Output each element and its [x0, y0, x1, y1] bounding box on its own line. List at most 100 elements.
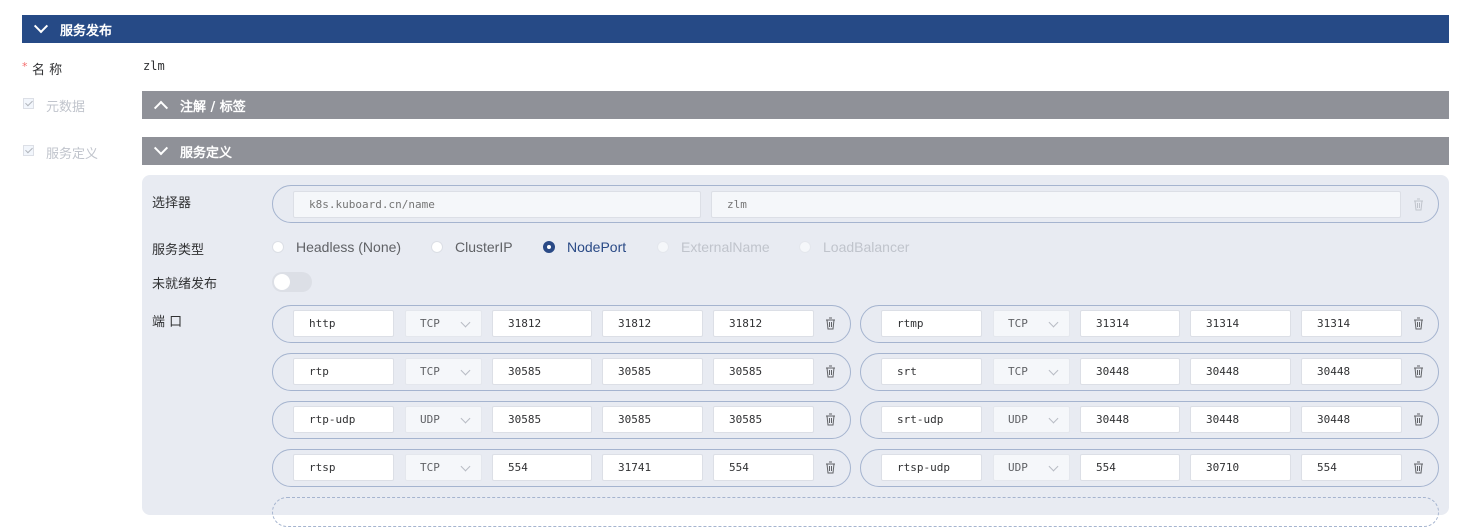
node-port-input[interactable]: 31314 — [1301, 310, 1402, 337]
chevron-down-icon — [33, 19, 49, 34]
port-input[interactable]: 30585 — [492, 358, 592, 385]
service-def-checkbox[interactable] — [23, 145, 34, 156]
trash-icon[interactable] — [825, 413, 836, 426]
trash-icon[interactable] — [1413, 317, 1424, 330]
chevron-down-icon — [460, 461, 471, 472]
service-type-radio[interactable]: NodePort — [543, 239, 626, 255]
protocol-select[interactable]: TCP — [405, 310, 482, 337]
port-input-text: 30448 — [1096, 365, 1130, 378]
service-def-title: 服务定义 — [180, 145, 233, 161]
annotations-header[interactable]: 注解 / 标签 — [142, 91, 1449, 119]
trash-icon[interactable] — [1413, 413, 1424, 426]
trash-icon[interactable] — [825, 317, 836, 330]
protocol-select[interactable]: TCP — [405, 358, 482, 385]
port-name-input[interactable]: rtp-udp — [293, 406, 394, 433]
radio-dot — [657, 241, 669, 253]
target-port-input[interactable]: 30448 — [1190, 358, 1291, 385]
target-port-input[interactable]: 30585 — [602, 358, 703, 385]
name-label: 名 称 — [32, 63, 63, 78]
node-port-input-text: 30585 — [729, 365, 763, 378]
protocol-select[interactable]: TCP — [993, 358, 1070, 385]
add-port-row[interactable] — [272, 497, 1439, 527]
node-port-input-text: 31812 — [729, 317, 763, 330]
target-port-input-text: 30448 — [1206, 413, 1240, 426]
port-input[interactable]: 30585 — [492, 406, 592, 433]
port-name-input[interactable]: rtmp — [881, 310, 982, 337]
service-def-header[interactable]: 服务定义 — [142, 137, 1449, 165]
port-name-input[interactable]: rtsp-udp — [881, 454, 982, 481]
metadata-checkbox[interactable] — [23, 98, 34, 109]
port-name-input[interactable]: srt-udp — [881, 406, 982, 433]
radio-label: ExternalName — [681, 239, 770, 255]
node-port-input[interactable]: 30448 — [1301, 406, 1402, 433]
service-type-radio[interactable]: ClusterIP — [431, 239, 513, 255]
trash-icon[interactable] — [1413, 461, 1424, 474]
node-port-input[interactable]: 30585 — [713, 358, 814, 385]
target-port-input[interactable]: 30585 — [602, 406, 703, 433]
node-port-input[interactable]: 30585 — [713, 406, 814, 433]
radio-label: LoadBalancer — [823, 239, 910, 255]
port-input[interactable]: 30448 — [1080, 358, 1180, 385]
node-port-input-text: 554 — [1317, 461, 1337, 474]
port-input[interactable]: 554 — [1080, 454, 1180, 481]
chevron-down-icon — [460, 413, 471, 424]
target-port-input[interactable]: 31812 — [602, 310, 703, 337]
target-port-input[interactable]: 30448 — [1190, 406, 1291, 433]
port-input[interactable]: 30448 — [1080, 406, 1180, 433]
port-name-input-text: rtsp-udp — [897, 461, 950, 474]
trash-icon[interactable] — [1413, 198, 1424, 211]
node-port-input[interactable]: 31812 — [713, 310, 814, 337]
node-port-input-text: 31314 — [1317, 317, 1351, 330]
node-port-input[interactable]: 30448 — [1301, 358, 1402, 385]
port-input[interactable]: 554 — [492, 454, 592, 481]
unready-switch[interactable] — [272, 272, 312, 292]
ports-label: 端 口 — [152, 315, 183, 330]
node-port-input[interactable]: 554 — [1301, 454, 1402, 481]
selector-value-input[interactable] — [711, 191, 1401, 218]
target-port-input[interactable]: 31741 — [602, 454, 703, 481]
trash-icon[interactable] — [825, 461, 836, 474]
port-name-input[interactable]: http — [293, 310, 394, 337]
service-def-label: 服务定义 — [46, 147, 99, 162]
port-name-input[interactable]: rtp — [293, 358, 394, 385]
port-name-input-text: rtmp — [897, 317, 924, 330]
service-type-radio[interactable]: Headless (None) — [272, 239, 401, 255]
target-port-input[interactable]: 30710 — [1190, 454, 1291, 481]
protocol-select[interactable]: TCP — [405, 454, 482, 481]
target-port-input-text: 31741 — [618, 461, 652, 474]
port-name-input[interactable]: rtsp — [293, 454, 394, 481]
port-name-input-text: rtsp — [309, 461, 336, 474]
service-type-label: 服务类型 — [152, 243, 205, 258]
protocol-select-text: UDP — [1008, 461, 1028, 474]
node-port-input[interactable]: 554 — [713, 454, 814, 481]
port-input[interactable]: 31812 — [492, 310, 592, 337]
section-header[interactable]: 服务发布 — [22, 15, 1449, 43]
trash-icon[interactable] — [1413, 365, 1424, 378]
protocol-select[interactable]: TCP — [993, 310, 1070, 337]
radio-dot — [799, 241, 811, 253]
chevron-down-icon — [1048, 365, 1059, 376]
protocol-select[interactable]: UDP — [993, 454, 1070, 481]
metadata-label: 元数据 — [46, 100, 86, 115]
radio-label: NodePort — [567, 239, 627, 255]
target-port-input-text: 31812 — [618, 317, 652, 330]
radio-dot — [431, 241, 443, 253]
radio-dot — [272, 241, 284, 253]
protocol-select[interactable]: UDP — [993, 406, 1070, 433]
selector-key-input[interactable] — [293, 191, 701, 218]
trash-icon[interactable] — [825, 365, 836, 378]
chevron-down-icon — [1048, 461, 1059, 472]
unready-label: 未就绪发布 — [152, 277, 218, 292]
protocol-select-text: TCP — [420, 365, 440, 378]
annotations-title: 注解 / 标签 — [180, 99, 246, 115]
switch-knob — [274, 274, 290, 290]
target-port-input[interactable]: 31314 — [1190, 310, 1291, 337]
radio-label: Headless (None) — [296, 239, 402, 255]
required-mark: * — [22, 60, 28, 73]
port-input[interactable]: 31314 — [1080, 310, 1180, 337]
protocol-select[interactable]: UDP — [405, 406, 482, 433]
port-name-input-text: rtp — [309, 365, 329, 378]
protocol-select-text: TCP — [420, 461, 440, 474]
port-name-input[interactable]: srt — [881, 358, 982, 385]
target-port-input-text: 30710 — [1206, 461, 1240, 474]
